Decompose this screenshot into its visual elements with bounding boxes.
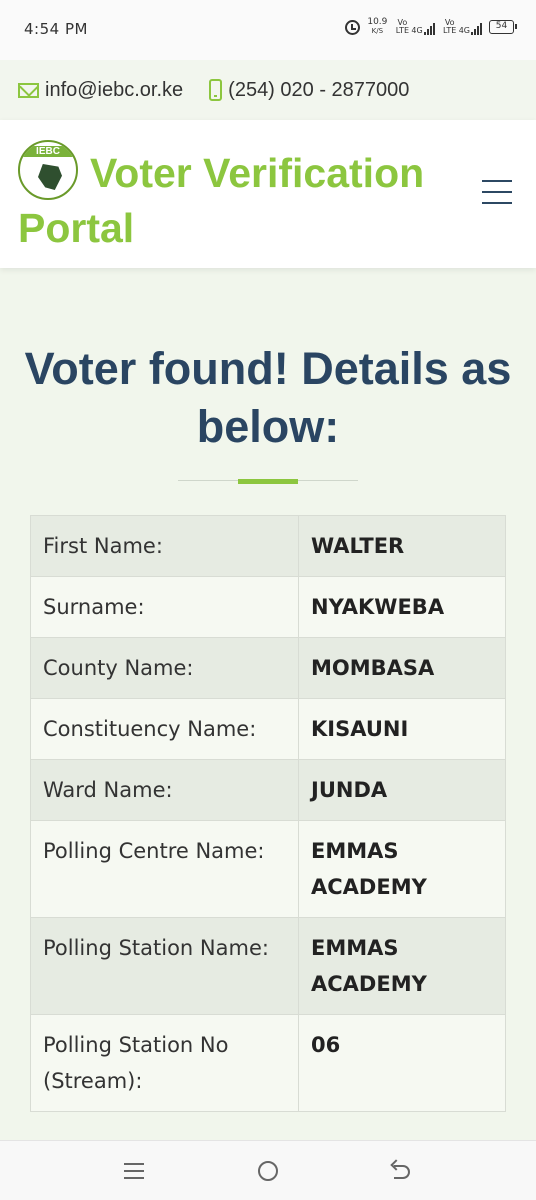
detail-value: EMMAS ACADEMY	[298, 820, 506, 918]
table-row: Polling Centre Name: EMMAS ACADEMY	[30, 820, 506, 918]
portal-title[interactable]: Voter Verification Portal	[18, 146, 458, 256]
detail-label: Polling Station Name:	[30, 917, 299, 1015]
detail-value: JUNDA	[298, 759, 506, 821]
phone-link[interactable]: (254) 020 - 2877000	[209, 79, 409, 102]
alarm-icon	[345, 19, 361, 35]
signal-bars-icon	[423, 23, 435, 35]
table-row: Ward Name: JUNDA	[30, 759, 506, 821]
menu-button[interactable]	[482, 180, 512, 204]
detail-label: Polling Station No (Stream):	[30, 1014, 299, 1112]
mail-icon	[18, 82, 39, 98]
page-title: Voter found! Details as below:	[24, 343, 512, 452]
table-row: Polling Station No (Stream): 06	[30, 1014, 506, 1112]
detail-label: First Name:	[30, 515, 299, 577]
network-speed-value: 10.9	[367, 17, 388, 27]
status-icons: 10.9 K/S Vo LTE 4G Vo LTE 4G 54	[345, 18, 517, 36]
detail-label: Polling Centre Name:	[30, 820, 299, 918]
phone-text: (254) 020 - 2877000	[228, 78, 410, 101]
voter-details-table: First Name: WALTER Surname: NYAKWEBA Cou…	[30, 515, 506, 1112]
battery-icon: 54	[489, 20, 517, 34]
back-icon[interactable]	[390, 1159, 412, 1181]
sim1-signal: Vo LTE 4G	[394, 18, 435, 35]
sim2-network: 4G	[458, 26, 470, 35]
detail-value: KISAUNI	[298, 698, 506, 760]
status-time: 4:54 PM	[24, 20, 88, 38]
detail-value: NYAKWEBA	[298, 576, 506, 638]
detail-value: EMMAS ACADEMY	[298, 917, 506, 1015]
system-nav-bar	[0, 1140, 536, 1200]
phone-icon	[209, 79, 223, 101]
table-row: Polling Station Name: EMMAS ACADEMY	[30, 917, 506, 1015]
detail-value: 06	[298, 1014, 506, 1112]
table-row: First Name: WALTER	[30, 515, 506, 577]
detail-label: Ward Name:	[30, 759, 299, 821]
sim1-network: 4G	[411, 26, 423, 35]
site-header: IEBC Voter Verification Portal	[0, 120, 536, 268]
detail-label: Surname:	[30, 576, 299, 638]
table-row: County Name: MOMBASA	[30, 637, 506, 699]
home-icon[interactable]	[258, 1161, 278, 1181]
signal-bars-icon	[471, 23, 482, 35]
detail-value: WALTER	[298, 515, 506, 577]
status-bar: 4:54 PM 10.9 K/S Vo LTE 4G Vo LTE 4G 54	[0, 0, 536, 60]
email-text: info@iebc.or.ke	[45, 78, 184, 101]
detail-label: County Name:	[30, 637, 299, 699]
divider-accent	[238, 479, 298, 484]
network-speed-unit: K/S	[371, 27, 384, 35]
recent-apps-icon[interactable]	[124, 1163, 144, 1179]
detail-value: MOMBASA	[298, 637, 506, 699]
network-speed: 10.9 K/S	[367, 18, 387, 36]
sim2-label: Vo LTE	[443, 18, 457, 35]
email-link[interactable]: info@iebc.or.ke	[18, 79, 183, 102]
table-row: Constituency Name: KISAUNI	[30, 698, 506, 760]
table-row: Surname: NYAKWEBA	[30, 576, 506, 638]
sim2-signal: Vo LTE 4G	[442, 19, 482, 35]
detail-label: Constituency Name:	[30, 698, 299, 760]
sim1-label: Vo LTE	[395, 18, 410, 35]
contact-bar: info@iebc.or.ke (254) 020 - 2877000	[0, 60, 536, 120]
hamburger-icon	[482, 180, 512, 182]
